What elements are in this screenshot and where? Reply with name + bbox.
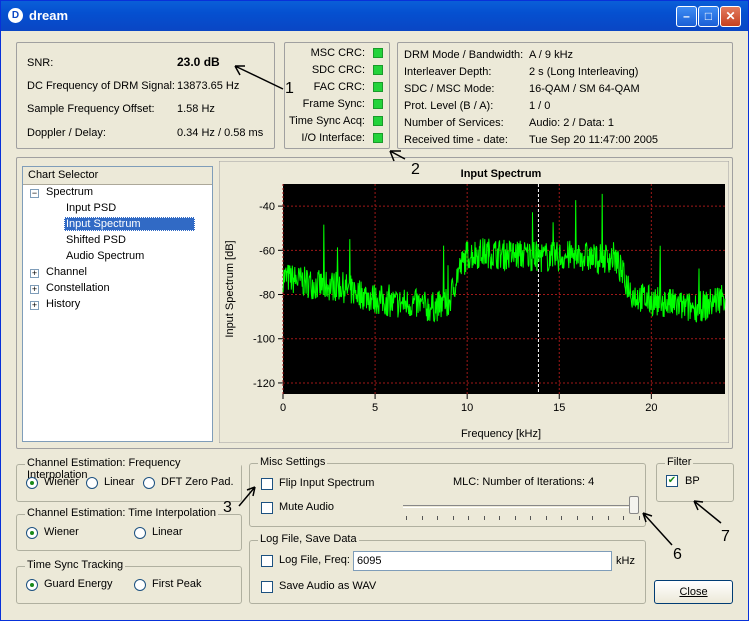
annotation-2: 2 <box>411 161 420 178</box>
annotation-arrow-7 <box>693 500 722 524</box>
annotation-7: 7 <box>721 528 730 545</box>
annotation-arrow-2 <box>389 150 406 162</box>
annotation-4: 4 <box>435 192 444 209</box>
annotation-1: 1 <box>285 80 294 97</box>
annotation-6: 6 <box>673 546 682 563</box>
annotation-arrow-4 <box>432 218 457 239</box>
annotation-arrow-3 <box>238 486 256 507</box>
annotation-overlay <box>234 65 722 546</box>
annotation-arrow-5 <box>613 210 647 242</box>
annotation-arrow-1 <box>234 65 284 90</box>
annotation-arrow-6 <box>642 512 673 546</box>
app-window: D dream – □ ✕ SNR: 23.0 dB DC Frequency … <box>0 0 749 621</box>
annotation-3: 3 <box>223 499 232 516</box>
